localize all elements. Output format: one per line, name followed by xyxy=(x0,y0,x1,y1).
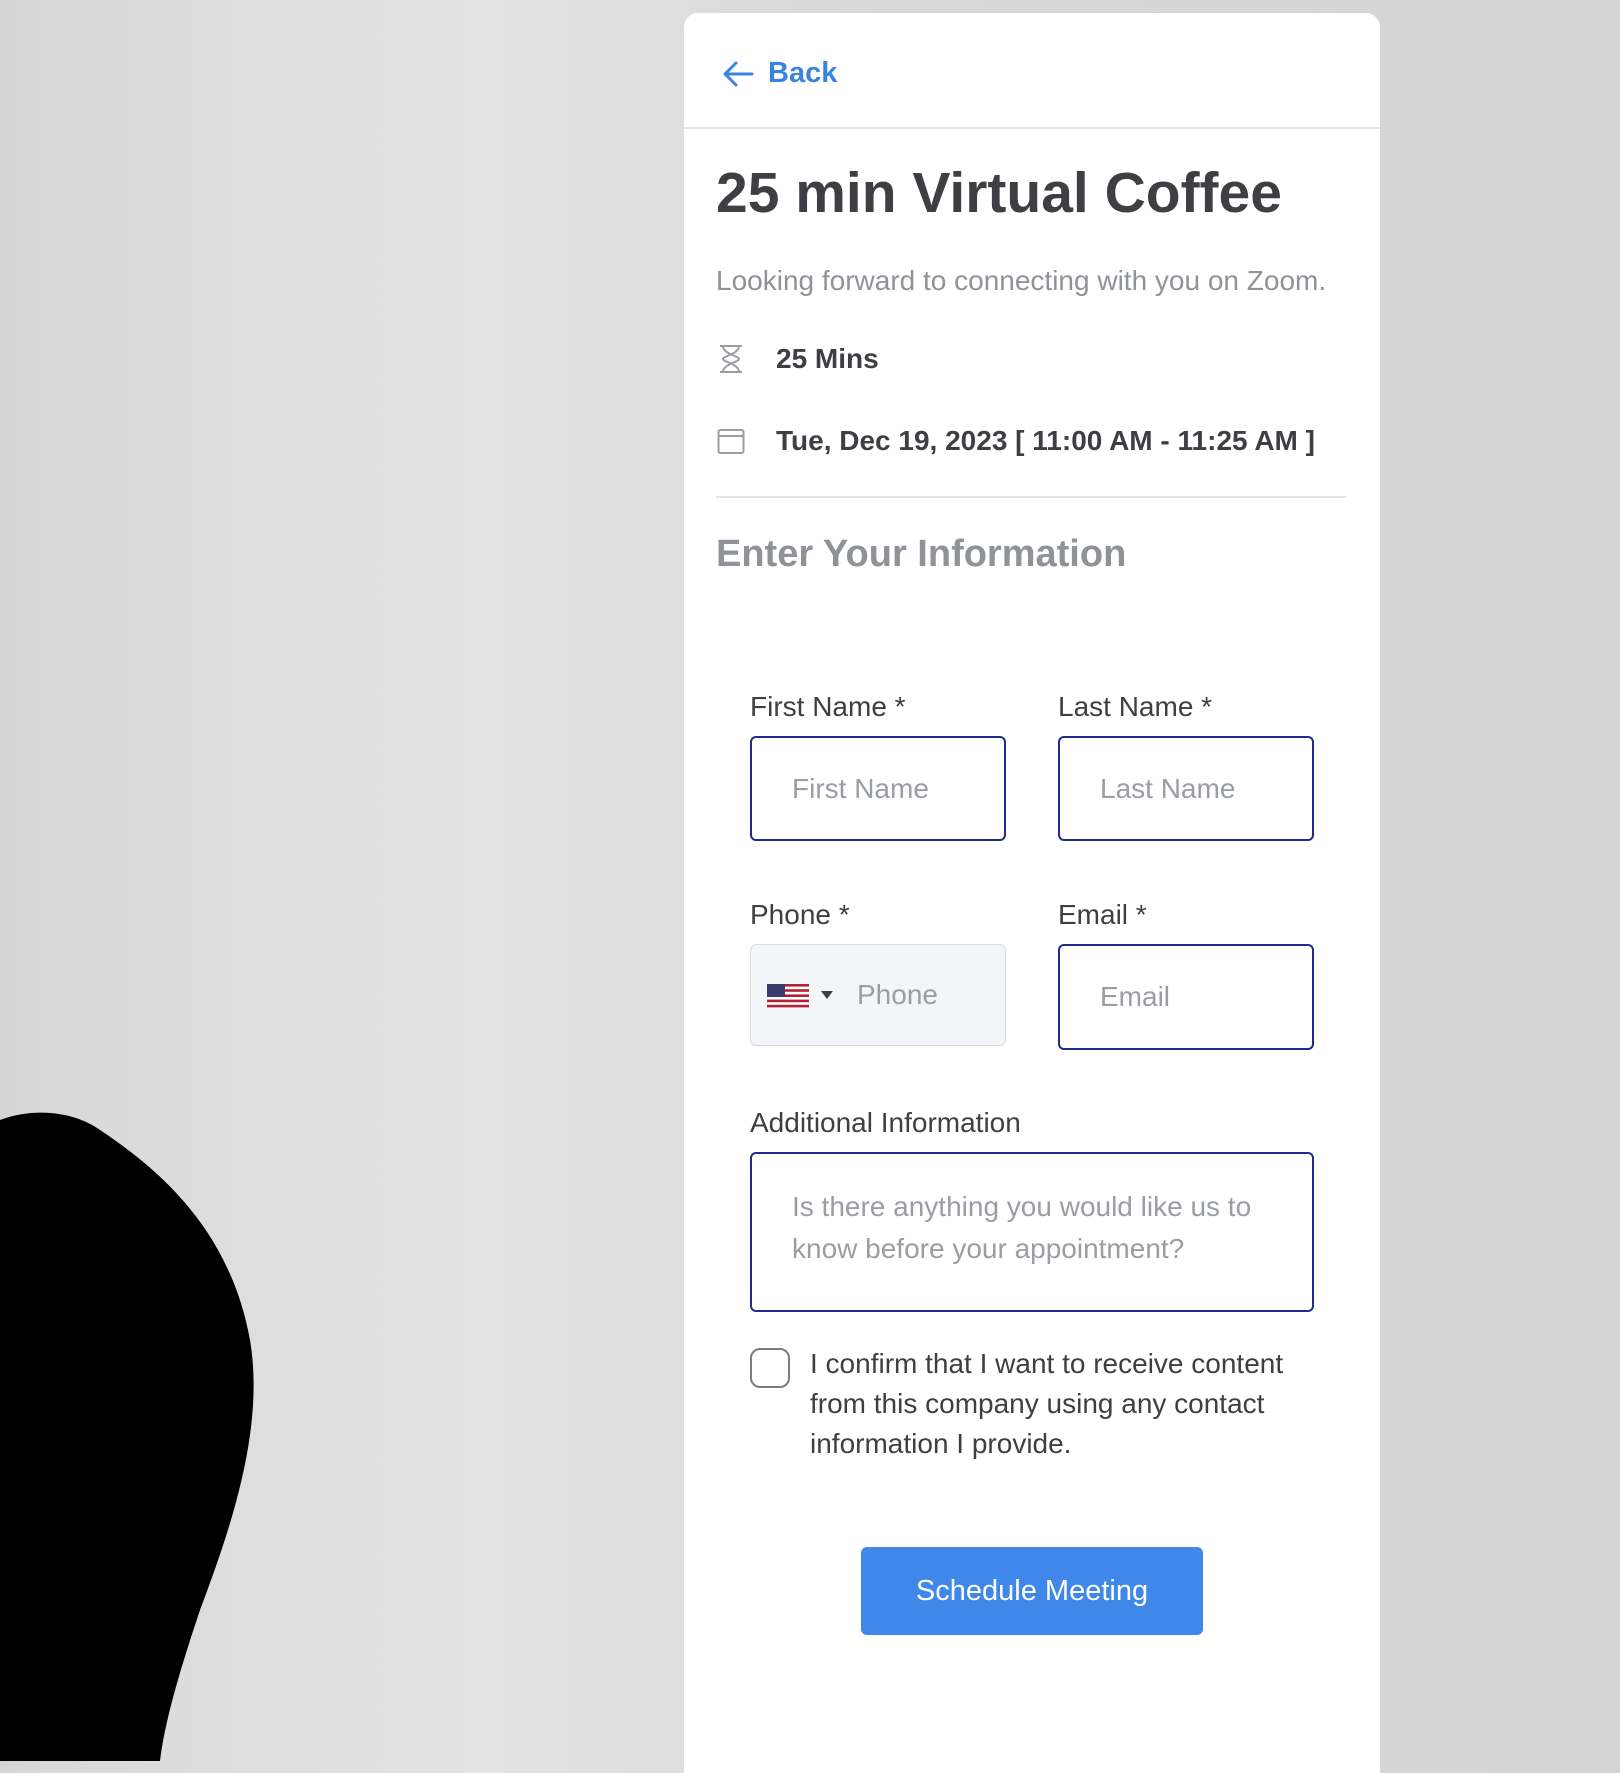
first-name-input[interactable]: First Name xyxy=(750,736,1006,841)
first-name-placeholder: First Name xyxy=(792,772,929,804)
background-silhouette xyxy=(0,1112,254,1761)
consent-text: I confirm that I want to receive content… xyxy=(810,1348,1284,1459)
event-title: 25 min Virtual Coffee xyxy=(716,161,1282,225)
phone-label: Phone * xyxy=(750,899,850,930)
phone-input[interactable]: Phone xyxy=(750,944,1006,1046)
phone-placeholder: Phone xyxy=(857,979,938,1010)
us-flag-icon[interactable] xyxy=(767,983,809,1008)
additional-info-textarea[interactable]: Is there anything you would like us to k… xyxy=(750,1152,1314,1312)
section-title: Enter Your Information xyxy=(716,533,1127,575)
last-name-input[interactable]: Last Name xyxy=(1058,736,1314,841)
booking-card: Back 25 min Virtual Coffee Looking forwa… xyxy=(684,13,1380,1773)
datetime-row: Tue, Dec 19, 2023 [ 11:00 AM - 11:25 AM … xyxy=(716,424,1315,458)
first-name-label: First Name * xyxy=(750,691,906,722)
schedule-meeting-label: Schedule Meeting xyxy=(915,1574,1149,1607)
duration-row: 25 Mins xyxy=(716,342,879,376)
back-label: Back xyxy=(768,57,838,89)
hourglass-icon xyxy=(716,342,746,376)
additional-info-label: Additional Information xyxy=(750,1107,1021,1138)
consent-checkbox[interactable] xyxy=(750,1348,790,1388)
schedule-meeting-button[interactable]: Schedule Meeting xyxy=(861,1547,1203,1635)
email-input[interactable]: Email xyxy=(1058,944,1314,1050)
email-placeholder: Email xyxy=(1100,981,1171,1012)
arrow-left-icon xyxy=(723,61,754,86)
last-name-placeholder: Last Name xyxy=(1100,772,1236,804)
datetime-text: Tue, Dec 19, 2023 [ 11:00 AM - 11:25 AM … xyxy=(776,425,1315,456)
back-button[interactable]: Back xyxy=(722,57,837,90)
divider xyxy=(716,496,1346,498)
additional-info-placeholder: Is there anything you would like us to k… xyxy=(792,1191,1252,1264)
card-header: Back xyxy=(684,13,1380,129)
chevron-down-icon[interactable] xyxy=(821,991,833,999)
calendar-icon xyxy=(716,424,746,458)
duration-text: 25 Mins xyxy=(776,343,879,374)
event-description: Looking forward to connecting with you o… xyxy=(716,265,1327,296)
email-label: Email * xyxy=(1058,899,1147,930)
last-name-label: Last Name * xyxy=(1058,691,1213,722)
